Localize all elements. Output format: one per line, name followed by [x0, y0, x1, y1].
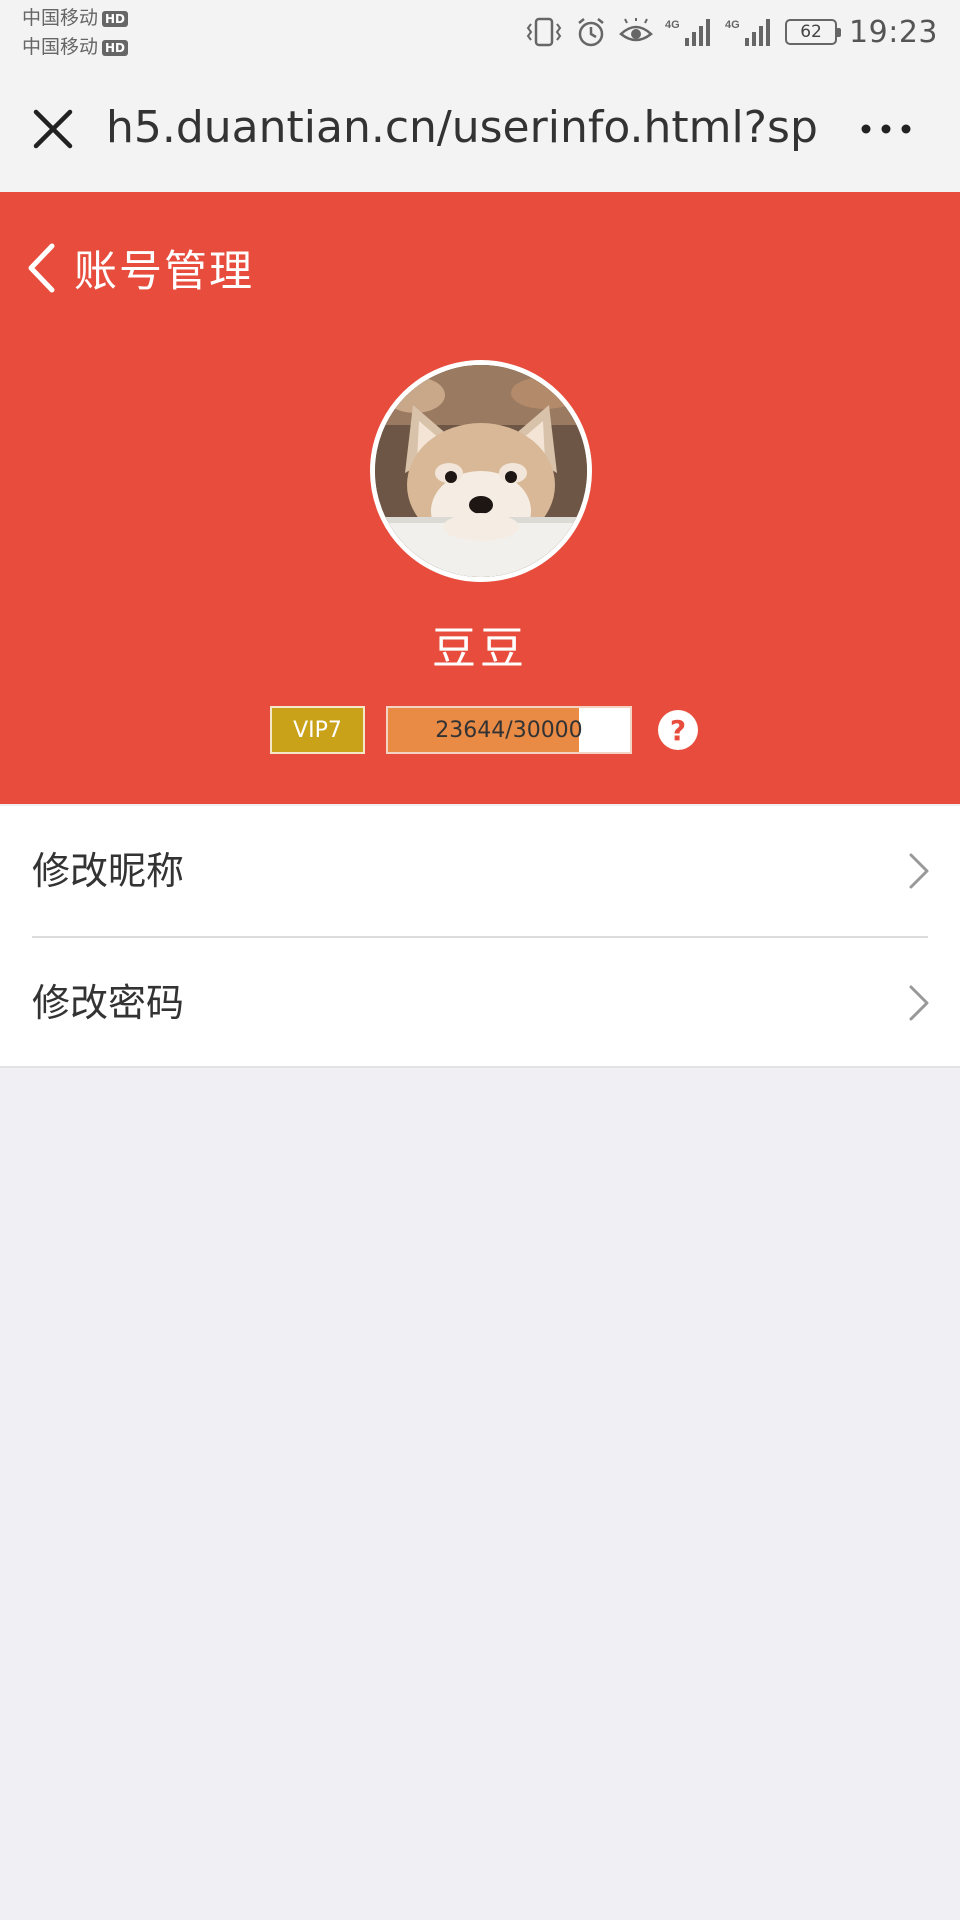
chevron-left-icon: [28, 243, 55, 293]
hd-badge: HD: [102, 10, 129, 27]
avatar[interactable]: [370, 360, 592, 582]
page-title: 账号管理: [74, 247, 254, 297]
chevron-right-icon: [909, 985, 929, 1021]
help-icon[interactable]: ?: [658, 710, 698, 750]
menu-item-label: 修改密码: [32, 981, 185, 1025]
carrier-row: 中国移动 HD: [22, 33, 129, 62]
chevron-right-icon: [909, 853, 929, 889]
carrier-name: 中国移动: [22, 7, 99, 29]
menu-item-label: 修改昵称: [32, 849, 185, 893]
vip-badge: VIP7: [270, 706, 365, 754]
vibrate-icon: [526, 17, 562, 47]
username: 豆豆: [432, 623, 528, 674]
exp-progress-text: 23644/30000: [435, 717, 583, 743]
clock: 19:23: [849, 14, 938, 50]
avatar-image: [375, 365, 587, 577]
signal-4g-icon: 4G: [725, 19, 771, 46]
svg-text:4G: 4G: [665, 19, 680, 31]
alarm-icon: [578, 18, 604, 47]
back-button[interactable]: 账号管理: [26, 228, 254, 308]
carrier-row: 中国移动 HD: [22, 4, 129, 33]
more-icon[interactable]: [860, 114, 912, 144]
menu-item-change-nickname[interactable]: 修改昵称: [0, 806, 960, 936]
carrier-info: 中国移动 HD 中国移动 HD: [22, 4, 129, 62]
account-menu: 修改昵称 修改密码: [0, 806, 960, 1068]
status-icons: 4G 4G 62 19:23: [525, 12, 938, 52]
vip-info: VIP7 23644/30000 ?: [0, 706, 960, 756]
battery-icon: 62: [785, 19, 842, 45]
browser-bar: h5.duantian.cn/userinfo.html?spi…: [0, 64, 960, 192]
battery-level: 62: [800, 22, 822, 42]
eye-comfort-icon: [619, 18, 653, 42]
close-icon[interactable]: [30, 106, 76, 152]
svg-text:4G: 4G: [725, 19, 740, 31]
carrier-name: 中国移动: [22, 36, 99, 58]
profile-header: 账号管理 豆豆 VIP7 23644/30000 ?: [0, 192, 960, 804]
signal-4g-icon: 4G: [665, 19, 711, 46]
menu-item-change-password[interactable]: 修改密码: [0, 938, 960, 1068]
status-bar: 中国移动 HD 中国移动 HD 4G 4G 62 19:23: [0, 0, 960, 64]
hd-badge: HD: [102, 39, 129, 56]
url-text[interactable]: h5.duantian.cn/userinfo.html?spi…: [106, 100, 821, 156]
exp-progress-bar: 23644/30000: [386, 706, 632, 754]
